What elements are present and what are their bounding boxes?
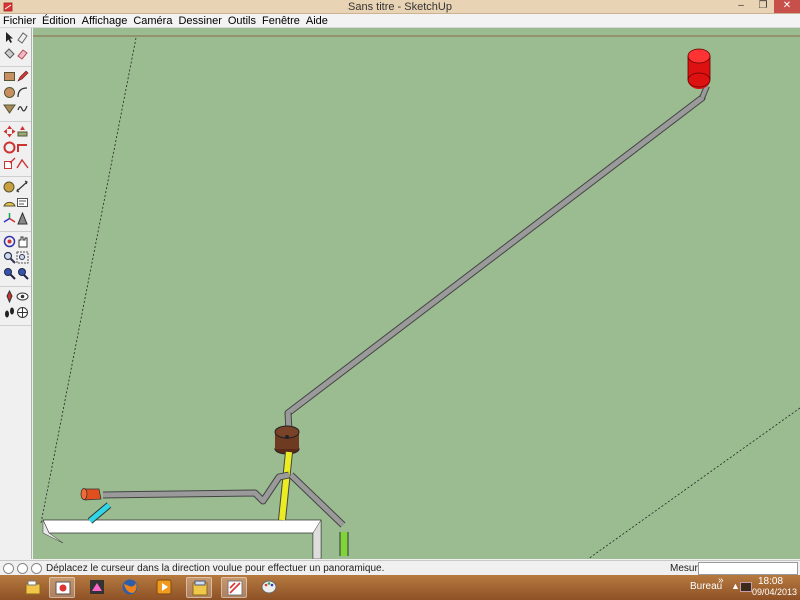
firefox-icon[interactable]: [117, 577, 143, 598]
folder-icon[interactable]: [186, 577, 212, 598]
circle-icon[interactable]: [3, 86, 16, 99]
menu-affichage[interactable]: Affichage: [79, 14, 131, 28]
walk-icon[interactable]: [3, 306, 16, 319]
base-frame: [42, 519, 322, 559]
zoom-icon[interactable]: [3, 251, 16, 264]
position-camera-icon[interactable]: [3, 290, 16, 303]
rectangle-icon[interactable]: [3, 70, 16, 83]
tray-network-icon[interactable]: [740, 582, 752, 592]
scale-icon[interactable]: [3, 157, 16, 170]
orange-pipe-end: [80, 488, 102, 501]
geo-location-icon[interactable]: [3, 563, 14, 574]
eraser-icon[interactable]: [16, 31, 29, 44]
tape-measure-icon[interactable]: [3, 180, 16, 193]
model-canvas: [33, 35, 800, 559]
paint-icon[interactable]: [256, 577, 282, 598]
minimize-button[interactable]: –: [731, 0, 751, 13]
red-cylinder: [687, 48, 711, 89]
show-hidden-icons-button[interactable]: ▲: [731, 581, 740, 591]
measurements-input[interactable]: [698, 562, 798, 575]
red-axis-dotted: [587, 407, 800, 559]
freehand-icon[interactable]: [16, 102, 29, 115]
pipe-long-fill: [285, 95, 705, 416]
green-axis-dotted: [40, 37, 137, 524]
window-title: Sans titre - SketchUp: [348, 1, 452, 13]
zoom-window-icon[interactable]: [16, 251, 29, 264]
tools-toolbar: [0, 28, 32, 559]
sketchup-icon[interactable]: [221, 577, 247, 598]
zoom-extents-icon[interactable]: [3, 267, 16, 280]
toolbar-expand-chevron[interactable]: »: [718, 575, 724, 586]
title-bar: Sans titre - SketchUp – ❐ ✕: [0, 0, 800, 14]
credits-icon[interactable]: [17, 563, 28, 574]
select-icon[interactable]: [3, 31, 16, 44]
help-icon[interactable]: [31, 563, 42, 574]
menu-bar: Fichier Édition Affichage Caméra Dessine…: [0, 14, 800, 28]
media-player-icon[interactable]: [151, 577, 177, 598]
pan-icon[interactable]: [16, 235, 29, 248]
status-hint: Déplacez le curseur dans la direction vo…: [46, 563, 385, 574]
axes-icon[interactable]: [3, 212, 16, 225]
rotate-icon[interactable]: [3, 141, 16, 154]
previous-view-icon[interactable]: [16, 267, 29, 280]
taskbar: Bureau » ▲ 18:08 09/04/2013: [0, 575, 800, 600]
3d-text-icon[interactable]: [16, 212, 29, 225]
photo-app-icon[interactable]: [49, 577, 75, 598]
offset-icon[interactable]: [16, 157, 29, 170]
move-icon[interactable]: [3, 125, 16, 138]
model-viewport[interactable]: [33, 28, 800, 559]
pencil-icon[interactable]: [16, 70, 29, 83]
status-bar: Déplacez le curseur dans la direction vo…: [0, 560, 800, 575]
follow-me-icon[interactable]: [16, 141, 29, 154]
menu-fichier[interactable]: Fichier: [0, 14, 39, 28]
menu-camera[interactable]: Caméra: [130, 14, 175, 28]
menu-fenetre[interactable]: Fenêtre: [259, 14, 303, 28]
eraser-pink-icon[interactable]: [16, 47, 29, 60]
yellow-pipe: [279, 451, 292, 521]
photo-viewer-icon[interactable]: [84, 577, 110, 598]
brown-cylinder: [274, 425, 300, 455]
arc-icon[interactable]: [16, 86, 29, 99]
dimension-icon[interactable]: [16, 180, 29, 193]
menu-outils[interactable]: Outils: [225, 14, 259, 28]
text-icon[interactable]: [16, 196, 29, 209]
clock-time[interactable]: 18:08: [758, 576, 783, 587]
protractor-icon[interactable]: [3, 196, 16, 209]
paint-bucket-icon[interactable]: [3, 47, 16, 60]
close-button[interactable]: ✕: [774, 0, 800, 13]
file-explorer-icon[interactable]: [20, 577, 46, 598]
section-plane-icon[interactable]: [16, 306, 29, 319]
menu-dessiner[interactable]: Dessiner: [175, 14, 224, 28]
menu-edition[interactable]: Édition: [39, 14, 79, 28]
menu-aide[interactable]: Aide: [303, 14, 331, 28]
cyan-pipe: [88, 503, 111, 523]
clock-date[interactable]: 09/04/2013: [752, 587, 797, 597]
polygon-icon[interactable]: [3, 102, 16, 115]
look-around-icon[interactable]: [16, 290, 29, 303]
push-pull-icon[interactable]: [16, 125, 29, 138]
maximize-button[interactable]: ❐: [753, 0, 773, 13]
orbit-icon[interactable]: [3, 235, 16, 248]
